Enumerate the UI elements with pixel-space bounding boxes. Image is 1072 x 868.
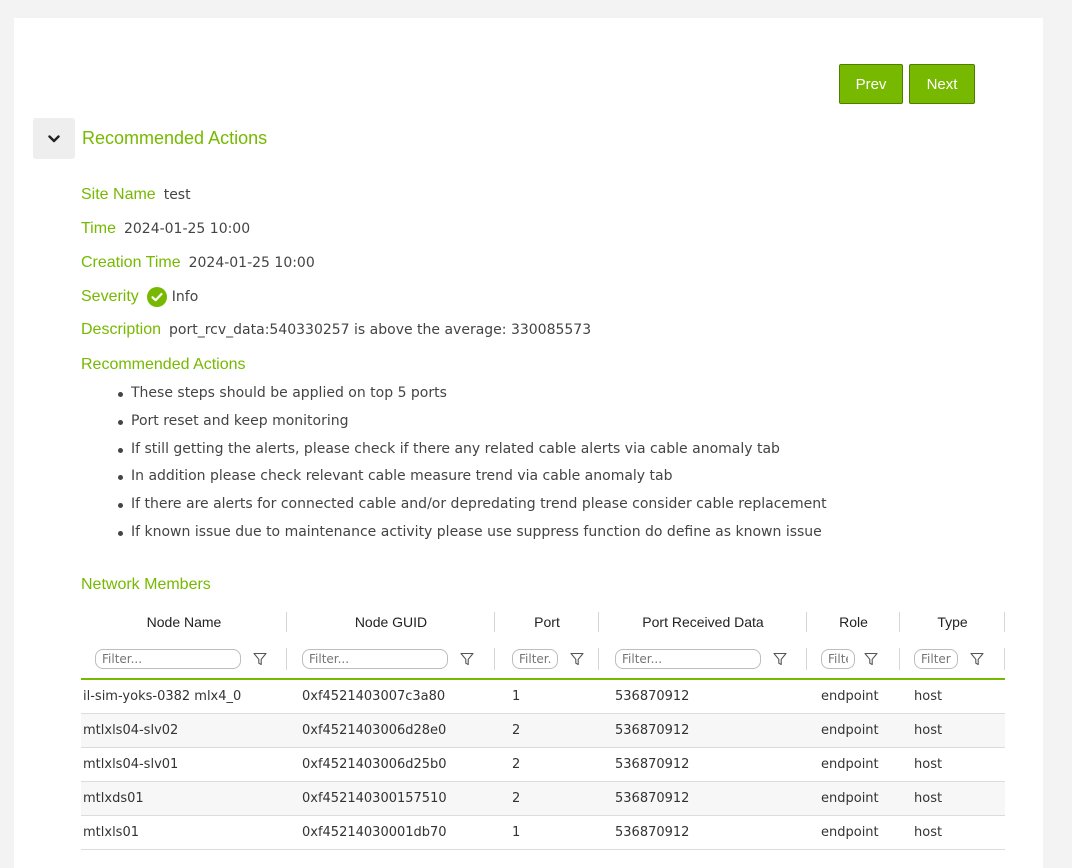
time-label: Time xyxy=(81,220,116,237)
funnel-icon[interactable] xyxy=(773,652,787,666)
severity-value: Info xyxy=(171,289,199,305)
next-button[interactable]: Next xyxy=(909,64,975,104)
node-guid-cell: 0xf4521403007c3a80 xyxy=(302,689,446,704)
role-filter-input[interactable] xyxy=(821,649,855,669)
description-label: Description xyxy=(81,321,162,338)
collapse-toggle[interactable] xyxy=(33,118,75,159)
funnel-icon[interactable] xyxy=(253,652,267,666)
port-received-data-cell: 536870912 xyxy=(615,689,690,704)
table-row[interactable]: il-sim-yoks-0382 mlx4_0 0xf4521403007c3a… xyxy=(81,680,1005,714)
funnel-icon[interactable] xyxy=(970,652,984,666)
role-cell: endpoint xyxy=(821,825,879,840)
table-row[interactable]: mtlxds01 0xf452140300157510 2 536870912 … xyxy=(81,782,1005,816)
prev-button[interactable]: Prev xyxy=(839,64,903,104)
type-cell: host xyxy=(914,825,943,840)
column-header-role[interactable]: Role xyxy=(807,604,900,640)
node-name-filter-input[interactable] xyxy=(95,649,241,669)
list-item: These steps should be applied on top 5 p… xyxy=(81,380,827,408)
role-cell: endpoint xyxy=(821,791,879,806)
type-filter-input[interactable] xyxy=(914,649,958,669)
type-cell: host xyxy=(914,723,943,738)
port-received-data-cell: 536870912 xyxy=(615,757,690,772)
port-cell: 1 xyxy=(512,689,521,704)
list-item: If known issue due to maintenance activi… xyxy=(81,519,827,547)
time-value: 2024-01-25 10:00 xyxy=(123,221,251,237)
node-name-cell: il-sim-yoks-0382 mlx4_0 xyxy=(83,689,242,704)
node-name-cell: mtlxls01 xyxy=(83,825,139,840)
filter-cell-port xyxy=(495,640,599,678)
node-guid-cell: 0xf45214030001db70 xyxy=(302,825,447,840)
column-header-port-received-data[interactable]: Port Received Data xyxy=(599,604,807,640)
role-cell: endpoint xyxy=(821,689,879,704)
table-row[interactable]: mtlxls01 0xf45214030001db70 1 536870912 … xyxy=(81,816,1005,850)
list-item: In addition please check relevant cable … xyxy=(81,463,827,491)
pager: Prev Next xyxy=(839,64,975,104)
description-value: port_rcv_data:540330257 is above the ave… xyxy=(169,322,592,338)
table-header: Node Name Node GUID Port Port Received D… xyxy=(81,604,1005,640)
node-guid-cell: 0xf4521403006d28e0 xyxy=(302,723,447,738)
network-members-title: Network Members xyxy=(81,576,211,593)
table-row[interactable]: mtlxls04-slv02 0xf4521403006d28e0 2 5368… xyxy=(81,714,1005,748)
filter-row xyxy=(81,640,1005,680)
filter-cell-node-guid xyxy=(287,640,495,678)
creation-time-value: 2024-01-25 10:00 xyxy=(188,255,315,271)
filter-cell-type xyxy=(900,640,1005,678)
port-cell: 2 xyxy=(512,791,521,806)
column-header-node-name[interactable]: Node Name xyxy=(81,604,287,640)
filter-cell-role xyxy=(807,640,900,678)
port-cell: 1 xyxy=(512,825,521,840)
site-name-value: test xyxy=(163,187,191,203)
port-received-data-cell: 536870912 xyxy=(615,723,690,738)
filter-cell-node-name xyxy=(81,640,287,678)
recommended-actions-label: Recommended Actions xyxy=(81,356,246,373)
port-filter-input[interactable] xyxy=(512,649,558,669)
filter-cell-port-received-data xyxy=(599,640,807,678)
node-guid-cell: 0xf4521403006d25b0 xyxy=(302,757,447,772)
funnel-icon[interactable] xyxy=(460,652,474,666)
node-name-cell: mtlxls04-slv01 xyxy=(83,757,179,772)
creation-time-field: Creation Time 2024-01-25 10:00 xyxy=(81,254,315,272)
type-cell: host xyxy=(914,757,943,772)
column-header-type[interactable]: Type xyxy=(900,604,1005,640)
node-guid-cell: 0xf452140300157510 xyxy=(302,791,447,806)
funnel-icon[interactable] xyxy=(570,652,584,666)
severity-field: Severity Info xyxy=(81,287,198,307)
port-received-data-cell: 536870912 xyxy=(615,825,690,840)
port-cell: 2 xyxy=(512,723,521,738)
severity-label: Severity xyxy=(81,288,139,305)
site-name-field: Site Name test xyxy=(81,186,191,204)
creation-time-label: Creation Time xyxy=(81,254,181,271)
table-body: il-sim-yoks-0382 mlx4_0 0xf4521403007c3a… xyxy=(81,680,1005,850)
section-title: Recommended Actions xyxy=(82,128,268,148)
chevron-down-icon xyxy=(48,134,60,143)
column-header-port[interactable]: Port xyxy=(495,604,599,640)
column-header-node-guid[interactable]: Node GUID xyxy=(287,604,495,640)
list-item: If there are alerts for connected cable … xyxy=(81,491,827,519)
node-name-cell: mtlxds01 xyxy=(83,791,144,806)
port-cell: 2 xyxy=(512,757,521,772)
node-guid-filter-input[interactable] xyxy=(302,649,448,669)
site-name-label: Site Name xyxy=(81,186,156,203)
role-cell: endpoint xyxy=(821,723,879,738)
time-field: Time 2024-01-25 10:00 xyxy=(81,220,250,238)
node-name-cell: mtlxls04-slv02 xyxy=(83,723,179,738)
recommended-actions-list: These steps should be applied on top 5 p… xyxy=(81,380,827,547)
table-row[interactable]: mtlxls04-slv01 0xf4521403006d25b0 2 5368… xyxy=(81,748,1005,782)
role-cell: endpoint xyxy=(821,757,879,772)
funnel-icon[interactable] xyxy=(864,652,878,666)
network-members-table: Node Name Node GUID Port Port Received D… xyxy=(81,604,1005,850)
port-received-data-cell: 536870912 xyxy=(615,791,690,806)
recommended-actions-field: Recommended Actions xyxy=(81,356,254,374)
description-field: Description port_rcv_data:540330257 is a… xyxy=(81,321,591,339)
type-cell: host xyxy=(914,791,943,806)
list-item: If still getting the alerts, please chec… xyxy=(81,436,827,464)
event-details-panel: Prev Next Recommended Actions Site Name … xyxy=(14,18,1043,868)
check-circle-icon xyxy=(146,287,167,307)
section-header: Recommended Actions xyxy=(33,118,267,159)
list-item: Port reset and keep monitoring xyxy=(81,408,827,436)
type-cell: host xyxy=(914,689,943,704)
port-received-data-filter-input[interactable] xyxy=(615,649,761,669)
